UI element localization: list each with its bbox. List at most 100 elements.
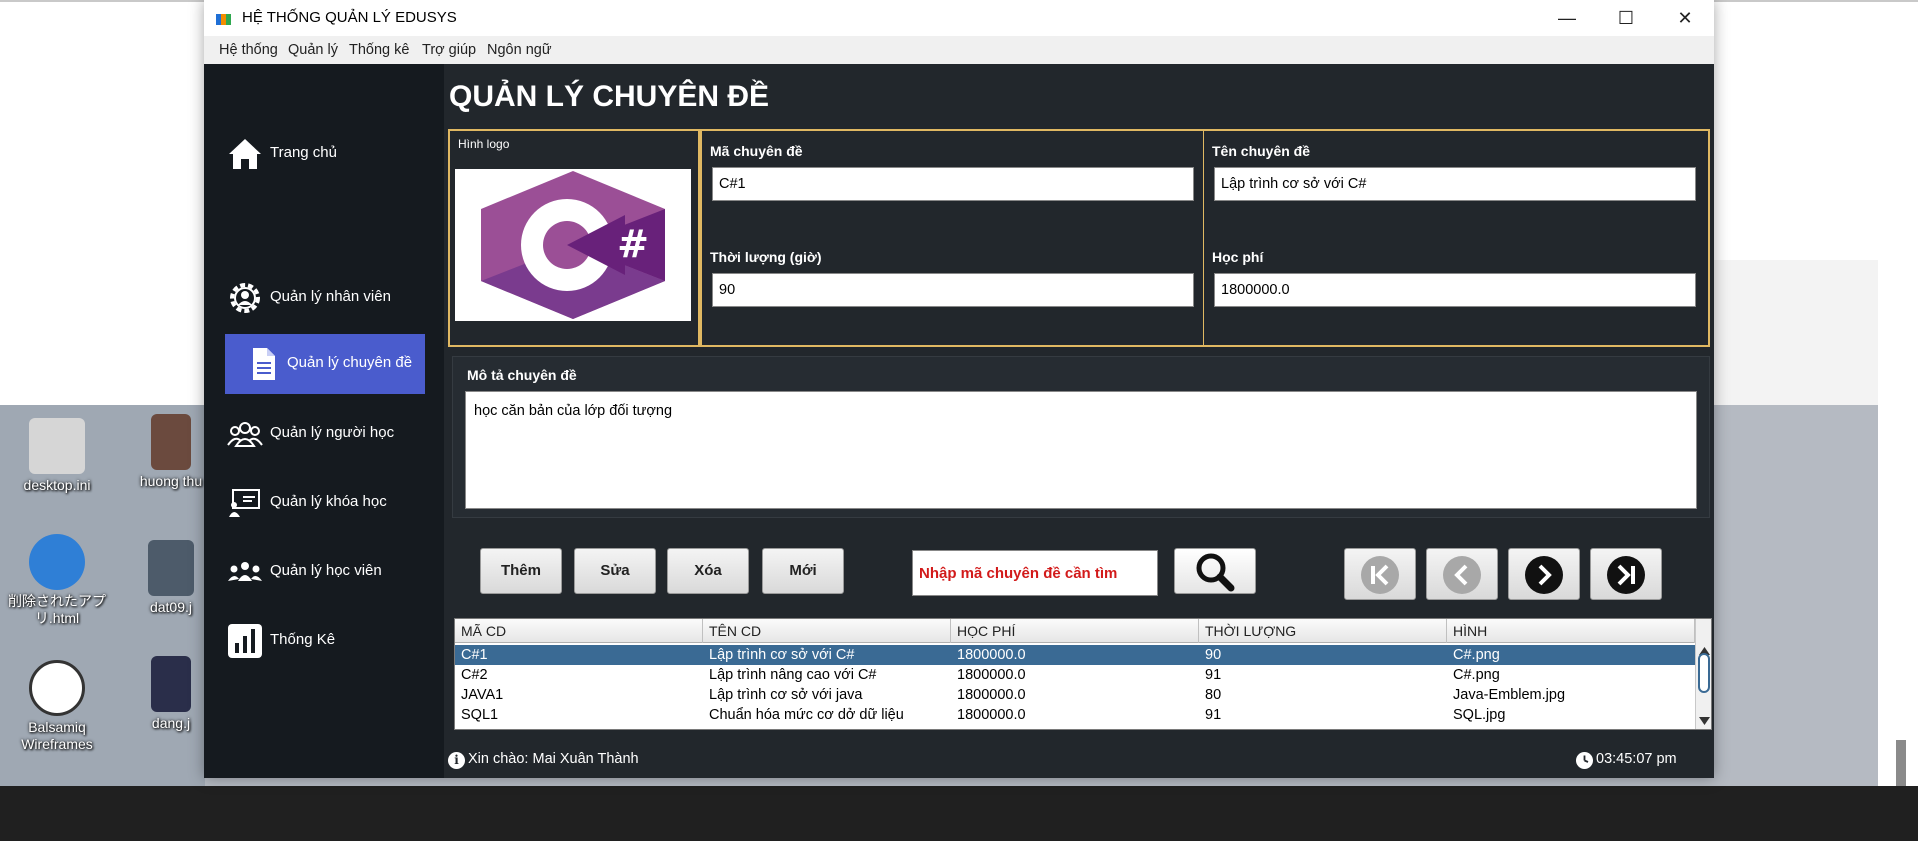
maximize-button[interactable]: ☐ <box>1597 0 1655 36</box>
hoc-phi-label: Học phí <box>1212 249 1264 265</box>
desktop-icon-label: dat09.j <box>149 599 193 615</box>
desktop-icon-dat09[interactable]: dat09.j <box>126 540 216 616</box>
background-scrollbar <box>1896 740 1906 786</box>
cell-ma-cd: SQL1 <box>461 707 499 723</box>
panel-divider <box>1203 131 1204 345</box>
hoc-phi-field[interactable]: 1800000.0 <box>1214 273 1696 307</box>
sidebar-item-label: Quản lý nhân viên <box>270 288 391 305</box>
sidebar-item-label: Thống Kê <box>270 631 336 648</box>
cell-ten-cd: Lập trình cơ sở với C# <box>709 647 855 663</box>
next-page-button[interactable] <box>1508 548 1580 600</box>
menu-tro-giup[interactable]: Trợ giúp <box>422 42 476 58</box>
ma-chuyen-de-label: Mã chuyên đề <box>710 143 803 159</box>
sidebar-item-quan-ly-nhan-vien[interactable]: Quản lý nhân viên <box>225 268 425 328</box>
ten-chuyen-de-field[interactable]: Lập trình cơ sở với C# <box>1214 167 1696 201</box>
sidebar-item-quan-ly-nguoi-hoc[interactable]: Quản lý người học <box>225 404 425 464</box>
them-button[interactable]: Thêm <box>480 548 562 594</box>
last-page-button[interactable] <box>1590 548 1662 600</box>
clock-text: 03:45:07 pm <box>1596 751 1677 767</box>
sidebar-item-quan-ly-khoa-hoc[interactable]: Quản lý khóa học <box>225 473 425 533</box>
thoi-luong-field[interactable]: 90 <box>712 273 1194 307</box>
info-icon: i <box>448 752 465 769</box>
search-input[interactable]: Nhập mã chuyên đề cần tìm <box>912 550 1158 596</box>
cell-thoi-luong: 80 <box>1205 687 1222 703</box>
ma-chuyen-de-field[interactable]: C#1 <box>712 167 1194 201</box>
desktop-icon-label: dang.j <box>151 715 191 731</box>
sidebar-item-quan-ly-chuyen-de[interactable]: Quản lý chuyên đề <box>225 334 425 394</box>
desktop-icon-balsamiq[interactable]: Balsamiq Wireframes <box>2 660 112 753</box>
desktop-icon-huong-thu[interactable]: huong thu <box>126 414 216 490</box>
menu-he-thong[interactable]: Hệ thống <box>219 42 278 58</box>
previous-icon <box>1443 556 1481 594</box>
table-scrollbar[interactable] <box>1695 619 1711 729</box>
main-panel: QUẢN LÝ CHUYÊN ĐỀ Hình logo # Mã chuyên … <box>444 64 1714 778</box>
desktop-icon-label: huong thu <box>139 473 203 489</box>
cell-ten-cd: Lập trình nâng cao với C# <box>709 667 877 683</box>
first-page-button[interactable] <box>1344 548 1416 600</box>
logo-panel: Hình logo # <box>448 129 700 347</box>
previous-page-button[interactable] <box>1426 548 1498 600</box>
cell-hoc-phi: 1800000.0 <box>957 647 1026 663</box>
search-button[interactable] <box>1174 548 1256 594</box>
column-header-ma-cd[interactable]: MÃ CD <box>455 619 703 643</box>
cell-ten-cd: Chuẩn hóa mức cơ dở dữ liệu <box>709 707 904 723</box>
taskbar <box>0 786 1918 841</box>
sidebar-item-label: Quản lý khóa học <box>270 493 387 510</box>
table-row[interactable]: C#2 Lập trình nâng cao với C# 1800000.0 … <box>455 665 1695 685</box>
sidebar-item-thong-ke[interactable]: Thống Kê <box>225 611 425 671</box>
cell-thoi-luong: 90 <box>1205 647 1222 663</box>
presentation-icon <box>229 489 260 517</box>
document-icon <box>253 348 275 380</box>
close-button[interactable]: ✕ <box>1656 0 1714 36</box>
home-icon <box>229 139 261 169</box>
sidebar-item-trang-chu[interactable]: Trang chủ <box>225 124 425 184</box>
sidebar-item-label: Trang chủ <box>270 144 337 161</box>
logo-hash-text: # <box>617 222 649 266</box>
table-row[interactable]: SQL1 Chuẩn hóa mức cơ dở dữ liệu 1800000… <box>455 705 1695 725</box>
menu-ngon-ngu[interactable]: Ngôn ngữ <box>487 42 552 58</box>
sidebar-item-quan-ly-hoc-vien[interactable]: Quản lý học viên <box>225 542 425 602</box>
mo-ta-label: Mô tả chuyên đề <box>467 367 577 383</box>
app-window: HỆ THỐNG QUẢN LÝ EDUSYS — ☐ ✕ Hệ thống Q… <box>204 0 1714 778</box>
menu-bar: Hệ thống Quản lý Thống kê Trợ giúp Ngôn … <box>204 36 1714 64</box>
minimize-button[interactable]: — <box>1538 0 1596 36</box>
next-icon <box>1525 556 1563 594</box>
desktop-icon-label: Balsamiq Wireframes <box>21 719 93 752</box>
cell-ma-cd: C#2 <box>461 667 488 683</box>
cell-ma-cd: C#1 <box>461 647 488 663</box>
cell-hoc-phi: 1800000.0 <box>957 667 1026 683</box>
cell-hoc-phi: 1800000.0 <box>957 707 1026 723</box>
scrollbar-thumb[interactable] <box>1698 653 1710 693</box>
gear-user-icon <box>230 283 260 313</box>
team-icon <box>228 562 262 581</box>
logo-image[interactable]: # <box>455 169 691 321</box>
table-row[interactable]: C#1 Lập trình cơ sở với C# 1800000.0 90 … <box>455 645 1695 665</box>
cell-hinh: SQL.jpg <box>1453 707 1506 723</box>
first-icon <box>1361 556 1399 594</box>
balsamiq-icon <box>29 660 85 716</box>
cell-hinh: C#.png <box>1453 667 1500 683</box>
moi-button[interactable]: Mới <box>762 548 844 594</box>
column-header-hinh[interactable]: HÌNH <box>1447 619 1695 643</box>
column-header-hoc-phi[interactable]: HỌC PHÍ <box>951 619 1199 643</box>
menu-quan-ly[interactable]: Quản lý <box>288 42 338 58</box>
sua-button[interactable]: Sửa <box>574 548 656 594</box>
column-header-ten-cd[interactable]: TÊN CD <box>703 619 951 643</box>
photo-icon <box>148 540 194 596</box>
photo-icon <box>151 414 191 470</box>
column-header-thoi-luong[interactable]: THỜI LƯỢNG <box>1199 619 1447 643</box>
table-row[interactable]: JAVA1 Lập trình cơ sở với java 1800000.0… <box>455 685 1695 705</box>
desktop-icon-desktop-ini[interactable]: desktop.ini <box>2 418 112 494</box>
edge-browser-icon <box>29 534 85 590</box>
logo-caption: Hình logo <box>458 137 510 151</box>
desktop-icon-dang[interactable]: dang.j <box>126 656 216 732</box>
mo-ta-textarea[interactable]: học căn bản của lớp đối tượng <box>465 391 1697 509</box>
table-header: MÃ CD TÊN CD HỌC PHÍ THỜI LƯỢNG HÌNH <box>455 619 1695 643</box>
chuyen-de-table: MÃ CD TÊN CD HỌC PHÍ THỜI LƯỢNG HÌNH C#1… <box>454 618 1712 730</box>
page-title: QUẢN LÝ CHUYÊN ĐỀ <box>449 80 770 113</box>
photo-icon <box>151 656 191 712</box>
desktop-icon-html-file[interactable]: 削除されたアプリ.html <box>2 534 112 627</box>
cell-hoc-phi: 1800000.0 <box>957 687 1026 703</box>
menu-thong-ke[interactable]: Thống kê <box>349 42 409 58</box>
xoa-button[interactable]: Xóa <box>667 548 749 594</box>
